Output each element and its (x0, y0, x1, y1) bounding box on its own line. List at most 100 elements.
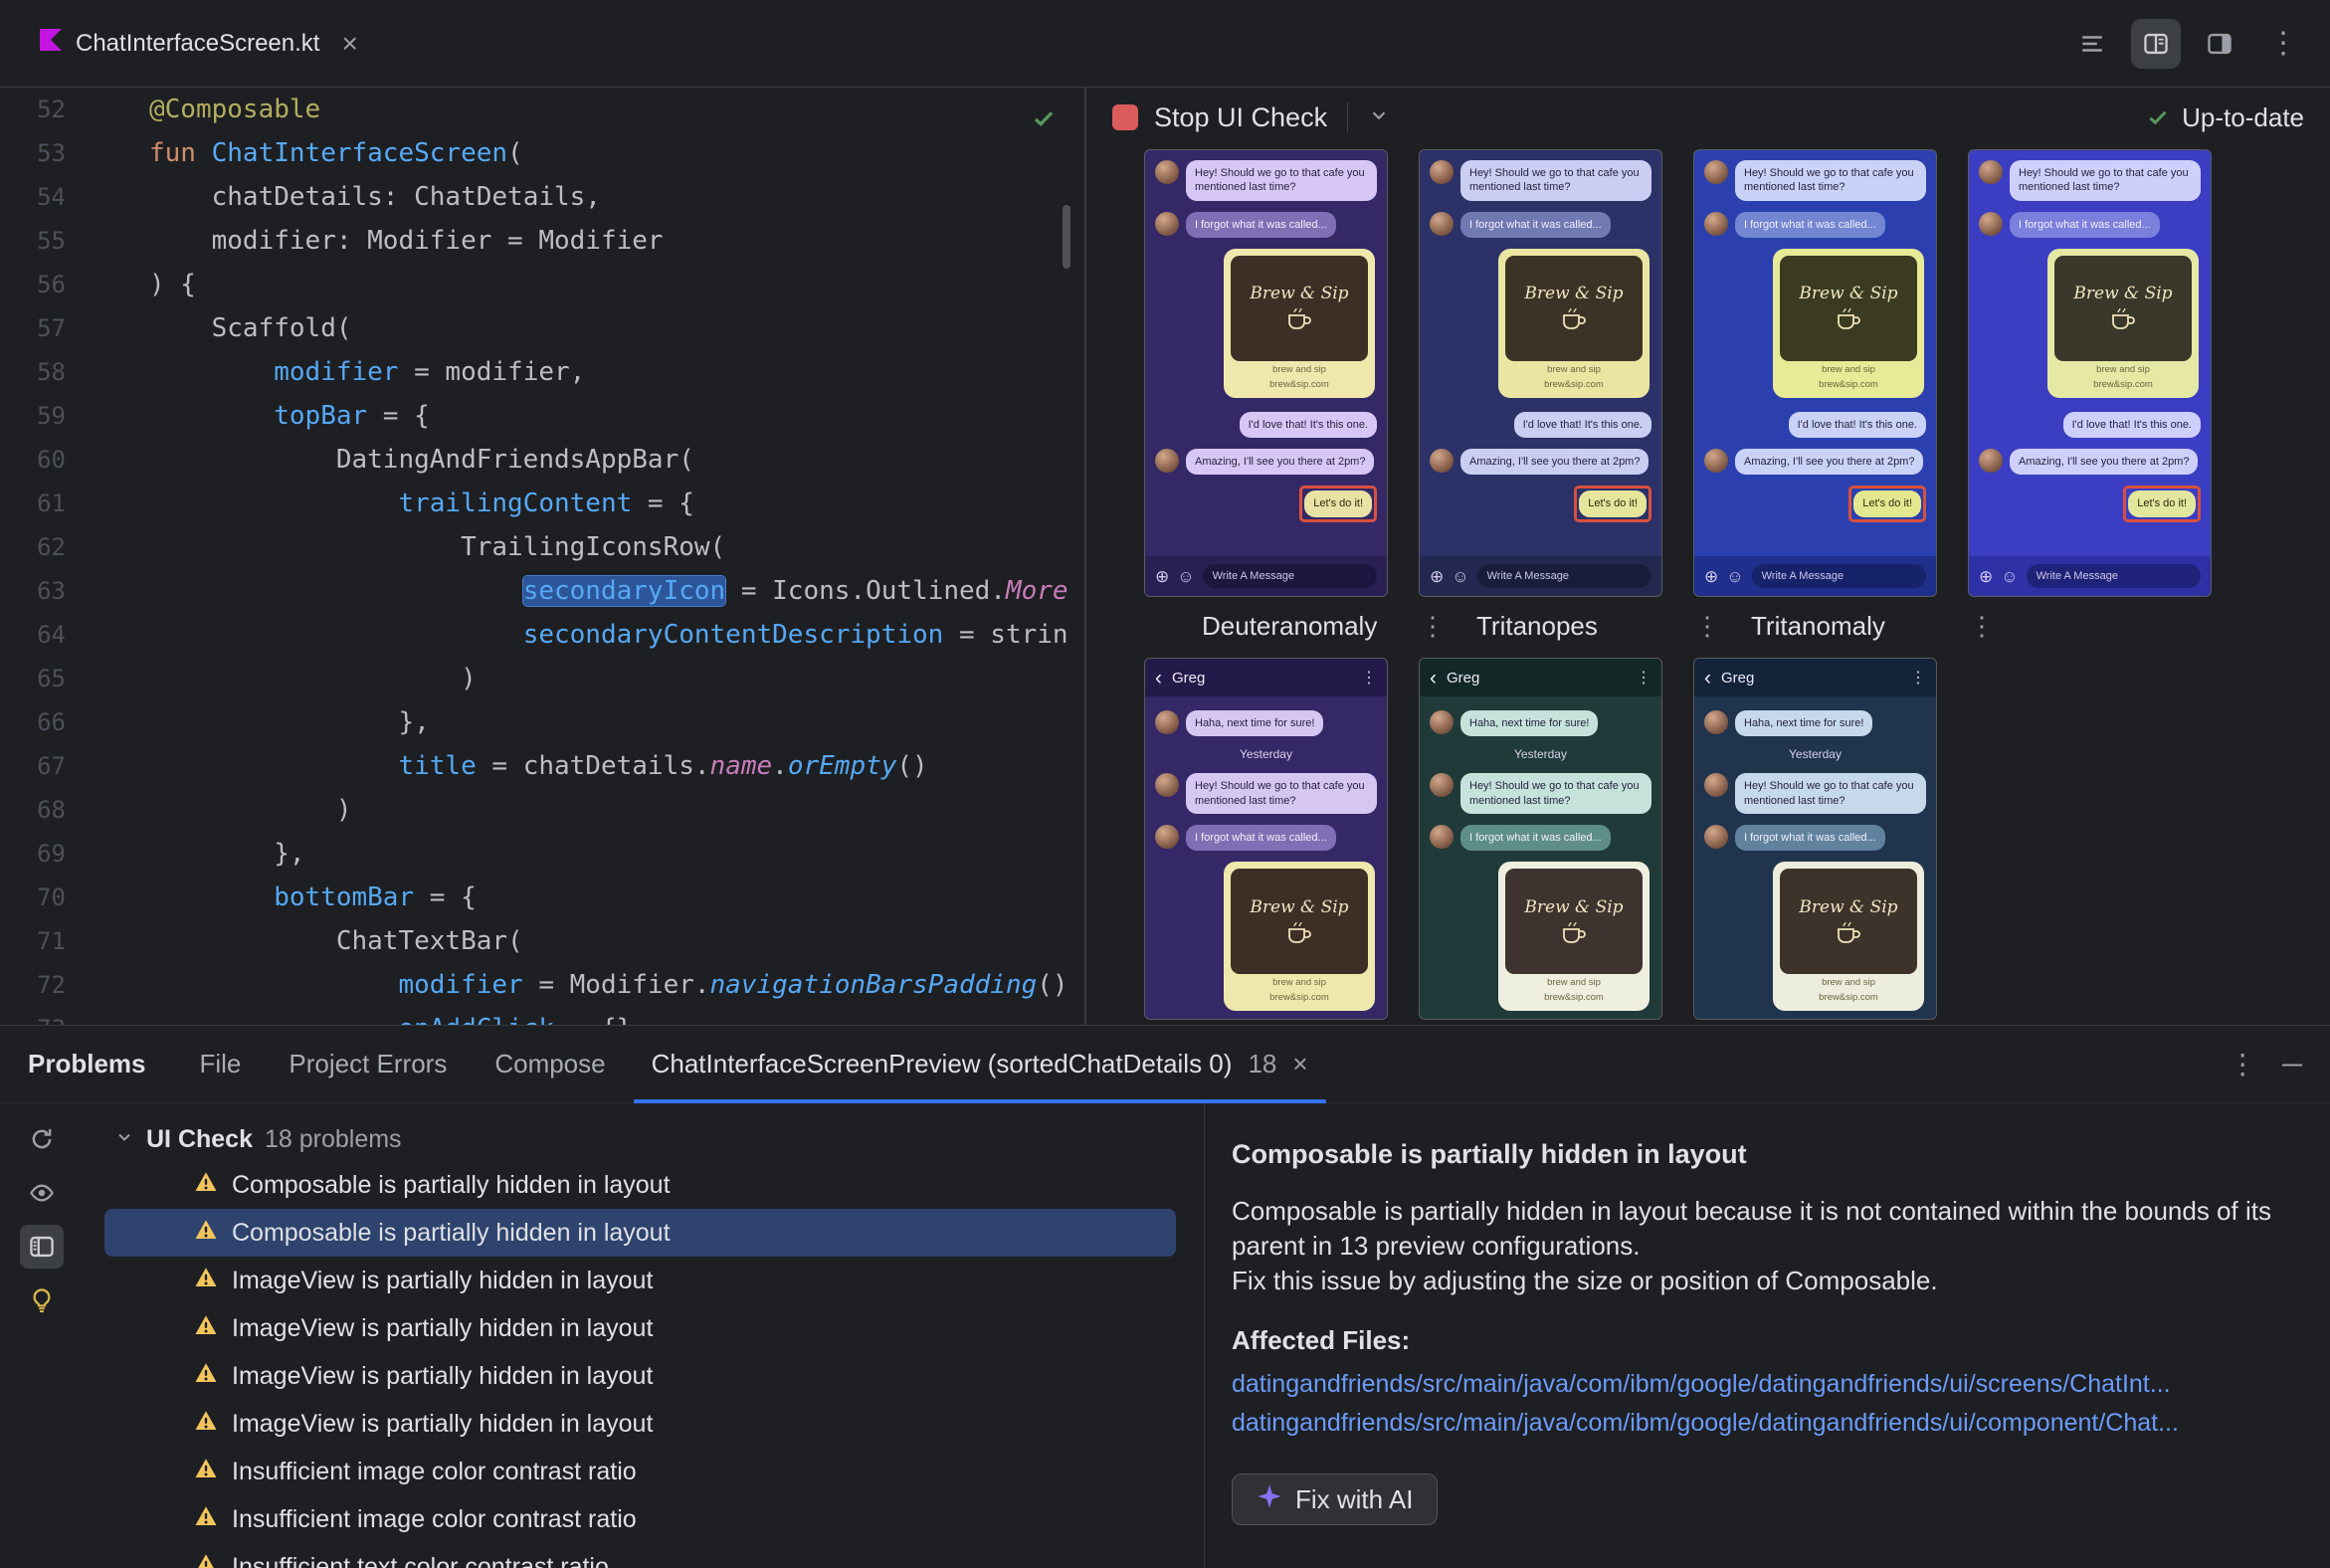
code-line[interactable]: 63 secondaryIcon = Icons.Outlined.More (0, 569, 1084, 613)
chat-bubble: Hey! Should we go to that cafe you menti… (1186, 160, 1377, 201)
preview-phone[interactable]: Hey! Should we go to that cafe you menti… (1419, 149, 1662, 597)
structure-view-icon[interactable] (2067, 19, 2117, 69)
chat-bubble: I forgot what it was called... (1460, 211, 1611, 238)
code-line[interactable]: 57 Scaffold( (0, 306, 1084, 350)
code-line[interactable]: 65 ) (0, 657, 1084, 700)
code-line[interactable]: 55 modifier: Modifier = Modifier (0, 219, 1084, 263)
more-options-icon[interactable]: ⋮ (2229, 1048, 2256, 1080)
code-line[interactable]: 68 ) (0, 788, 1084, 832)
problem-item[interactable]: ImageView is partially hidden in layout (104, 1400, 1176, 1448)
preview-phone[interactable]: ‹ Greg ⋮ Haha, next time for sure! Yesterday… (1419, 658, 1662, 1020)
preview-phone[interactable]: ‹ Greg ⋮ Haha, next time for sure! Yesterday… (1693, 658, 1937, 1020)
avatar (1704, 448, 1728, 473)
problem-item[interactable]: ImageView is partially hidden in layout (104, 1257, 1176, 1304)
code-line[interactable]: 67 title = chatDetails.name.orEmpty() (0, 744, 1084, 788)
add-attachment-icon: ⊕ (1704, 566, 1719, 586)
window-toolbar: ⋮ (2067, 18, 2308, 69)
tab-close-icon[interactable]: × (1292, 1049, 1307, 1079)
chevron-down-icon[interactable] (1368, 102, 1390, 133)
tab-project-errors[interactable]: Project Errors (265, 1026, 471, 1103)
active-tab-underline (633, 1098, 1326, 1103)
inspections-ok-icon[interactable] (1031, 101, 1057, 145)
code-line[interactable]: 53 fun ChatInterfaceScreen( (0, 131, 1084, 175)
code-line[interactable]: 58 modifier = modifier, (0, 350, 1084, 394)
stop-icon[interactable] (1112, 104, 1138, 130)
code-line[interactable]: 60 DatingAndFriendsAppBar( (0, 438, 1084, 482)
affected-files-heading: Affected Files: (1232, 1325, 1411, 1356)
avatar (1704, 824, 1728, 849)
preview-menu-icon[interactable]: ⋮ (1969, 611, 1995, 642)
avatar (1704, 211, 1728, 236)
tab-close-icon[interactable]: × (341, 29, 357, 58)
problem-details-pane: Composable is partially hidden in layout… (1204, 1103, 2330, 1568)
tab-chat-interface-preview[interactable]: ChatInterfaceScreenPreview (sortedChatDe… (630, 1026, 1330, 1103)
lightbulb-icon[interactable] (20, 1278, 64, 1322)
add-attachment-icon: ⊕ (1979, 566, 1994, 586)
code-line[interactable]: 71 ChatTextBar( (0, 919, 1084, 963)
problem-item[interactable]: ImageView is partially hidden in layout (104, 1352, 1176, 1400)
code-line[interactable]: 62 TrailingIconsRow( (0, 525, 1084, 569)
chat-bubble: Let's do it! (1853, 490, 1921, 517)
code-line[interactable]: 73 onAddClick = {} (0, 1007, 1084, 1025)
message-input-bar: ⊕ ☺ Write A Message (1694, 556, 1936, 596)
preview-menu-icon[interactable]: ⋮ (1420, 611, 1446, 642)
stop-ui-check-button[interactable]: Stop UI Check (1154, 102, 1327, 133)
split-editor-preview-icon[interactable] (2131, 18, 2181, 69)
main-split: 52 @Composable 53 fun ChatInterfaceScreen(5… (0, 88, 2330, 1025)
code-line[interactable]: 56) { (0, 263, 1084, 306)
preview-phone[interactable]: Hey! Should we go to that cafe you menti… (1693, 149, 1937, 597)
message-input-field: Write A Message (1751, 564, 1926, 588)
warning-icon (194, 1313, 218, 1344)
problem-item[interactable]: ImageView is partially hidden in layout (104, 1304, 1176, 1352)
toolbar-divider (1347, 102, 1349, 132)
problem-item[interactable]: Composable is partially hidden in layout (104, 1161, 1176, 1209)
chat-message: Haha, next time for sure! (1704, 710, 1926, 737)
card-brand: Brew & Sip (1799, 284, 1898, 304)
code-line[interactable]: 64 secondaryContentDescription = strin (0, 613, 1084, 657)
editor-scrollbar[interactable] (1063, 205, 1070, 269)
tool-window-title[interactable]: Problems (28, 1049, 146, 1079)
brew-sip-card: Brew & Sip brew and sip brew&sip.com (1224, 248, 1375, 398)
minimize-icon[interactable]: ─ (2282, 1049, 2302, 1080)
code-line[interactable]: 72 modifier = Modifier.navigationBarsPad… (0, 963, 1084, 1007)
avatar (1430, 824, 1454, 849)
code-line[interactable]: 70 bottomBar = { (0, 876, 1084, 919)
preview-label: Deuteranomaly ⋮ (1202, 611, 1446, 642)
problem-item[interactable]: Insufficient image color contrast ratio (104, 1495, 1176, 1543)
chat-bubble: I forgot what it was called... (1186, 211, 1336, 238)
tab-file[interactable]: File (176, 1026, 266, 1103)
chat-bubble: Amazing, I'll see you there at 2pm? (1735, 448, 1924, 476)
code-editor[interactable]: 52 @Composable 53 fun ChatInterfaceScreen(5… (0, 88, 1084, 1025)
preview-phone[interactable]: Hey! Should we go to that cafe you menti… (1144, 149, 1388, 597)
problem-item[interactable]: Composable is partially hidden in layout (104, 1209, 1176, 1257)
affected-file-link[interactable]: datingandfriends/src/main/java/com/ibm/g… (1232, 1370, 2290, 1399)
problem-item[interactable]: Insufficient image color contrast ratio (104, 1448, 1176, 1495)
card-brand: Brew & Sip (2073, 284, 2173, 304)
preview-menu-icon[interactable]: ⋮ (1694, 611, 1720, 642)
chat-message: Hey! Should we go to that cafe you menti… (1430, 773, 1651, 814)
refresh-icon[interactable] (20, 1117, 64, 1161)
preview-layout-icon[interactable] (2195, 19, 2244, 69)
affected-file-link[interactable]: datingandfriends/src/main/java/com/ibm/g… (1232, 1409, 2290, 1438)
code-line[interactable]: 59 topBar = { (0, 394, 1084, 438)
problem-item[interactable]: Insufficient text color contrast ratio (104, 1543, 1176, 1568)
code-line[interactable]: 61 trailingContent = { (0, 482, 1084, 525)
code-line[interactable]: 69 }, (0, 832, 1084, 876)
show-details-panel-icon[interactable] (20, 1225, 64, 1269)
chevron-down-icon[interactable] (114, 1125, 134, 1154)
code-line[interactable]: 54 chatDetails: ChatDetails, (0, 175, 1084, 219)
code-line[interactable]: 52 @Composable (0, 88, 1084, 131)
problems-group-header[interactable]: UI Check 18 problems (84, 1117, 1204, 1161)
card-brand: Brew & Sip (1799, 896, 1898, 917)
tab-compose[interactable]: Compose (471, 1026, 629, 1103)
more-options-icon[interactable]: ⋮ (2258, 19, 2308, 69)
preview-phone[interactable]: Hey! Should we go to that cafe you menti… (1968, 149, 2212, 597)
card-brand: Brew & Sip (1524, 284, 1624, 304)
preview-canvas: Hey! Should we go to that cafe you menti… (1086, 147, 2330, 1020)
editor-tab[interactable]: ChatInterfaceScreen.kt × (22, 0, 376, 88)
fix-with-ai-button[interactable]: Fix with AI (1232, 1473, 1439, 1526)
eye-icon[interactable] (20, 1171, 64, 1215)
code-line[interactable]: 66 }, (0, 700, 1084, 744)
preview-phone[interactable]: ‹ Greg ⋮ Haha, next time for sure! Yesterday… (1144, 658, 1388, 1020)
chat-message: I'd love that! It's this one. (1430, 411, 1651, 438)
